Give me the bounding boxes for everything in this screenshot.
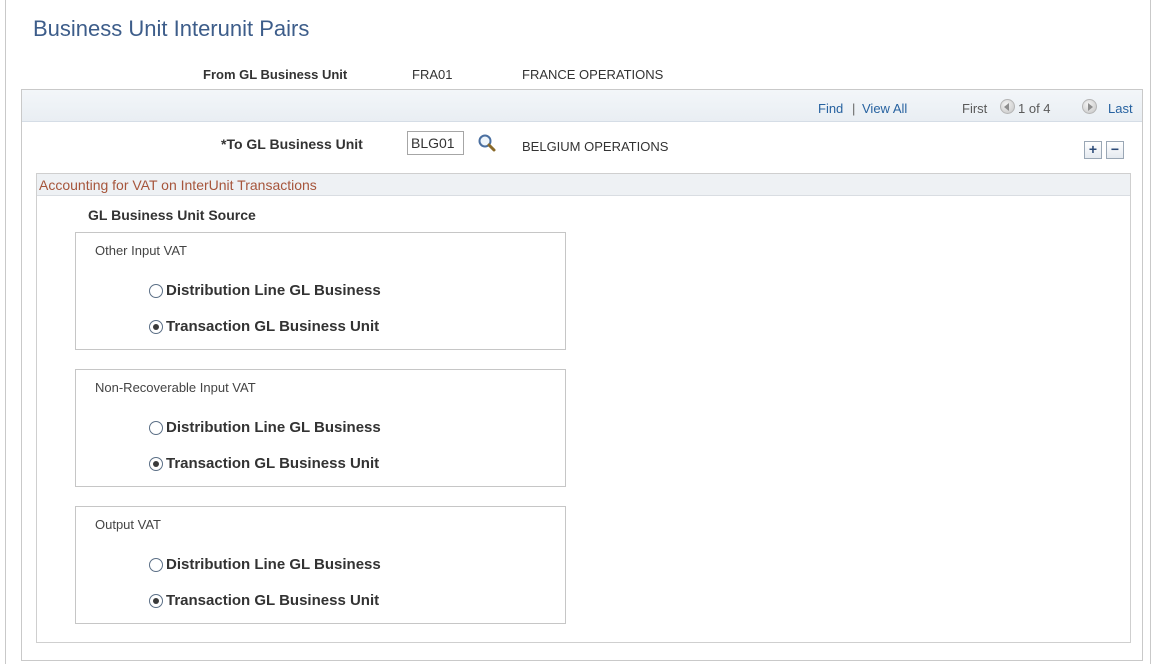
row-count: 1 of 4 [1018,101,1051,116]
radio-label: Transaction GL Business Unit [166,592,380,609]
radio-option-distribution[interactable]: Distribution Line GL Business [149,419,381,436]
radio-label: Transaction GL Business Unit [166,318,380,335]
nav-separator: | [852,101,856,116]
from-unit-description: FRANCE OPERATIONS [522,67,664,82]
group-output-vat: Output VAT Distribution Line GL Business… [75,506,566,624]
vat-section-title: Accounting for VAT on InterUnit Transact… [39,177,317,193]
navigation-bar: Find | View All First 1 of 4 Last [22,90,1142,122]
vat-section: Accounting for VAT on InterUnit Transact… [36,173,1131,643]
magnifier-icon[interactable] [477,133,497,153]
radio-option-distribution[interactable]: Distribution Line GL Business [149,556,381,573]
radio-option-transaction[interactable]: Transaction GL Business Unit [149,455,379,472]
radio-button-selected[interactable] [149,593,163,608]
vat-section-header: Accounting for VAT on InterUnit Transact… [37,174,1130,196]
scroll-area: Find | View All First 1 of 4 Last *To GL… [21,89,1143,661]
group-title: Output VAT [95,517,161,532]
last-link[interactable]: Last [1108,101,1133,116]
delete-row-icon[interactable]: − [1106,141,1124,159]
view-all-link[interactable]: View All [862,101,907,116]
group-title: Other Input VAT [95,243,188,258]
to-unit-input[interactable] [407,131,464,155]
to-unit-label: *To GL Business Unit [221,136,363,152]
find-link[interactable]: Find [818,101,843,116]
radio-label: Transaction GL Business Unit [166,455,380,472]
group-other-input-vat: Other Input VAT Distribution Line GL Bus… [75,232,566,350]
radio-option-transaction[interactable]: Transaction GL Business Unit [149,318,379,335]
radio-button-selected[interactable] [149,456,163,471]
from-unit-label: From GL Business Unit [203,67,348,82]
group-title: Non-Recoverable Input VAT [95,380,256,395]
radio-option-distribution[interactable]: Distribution Line GL Business [149,282,381,299]
from-unit-value: FRA01 [412,67,453,82]
previous-arrow-icon[interactable] [1000,99,1015,114]
to-unit-description: BELGIUM OPERATIONS [522,139,669,154]
source-label: GL Business Unit Source [88,207,256,223]
radio-button-selected[interactable] [149,319,163,334]
radio-label: Distribution Line GL Business [166,556,381,573]
group-non-recoverable-input-vat: Non-Recoverable Input VAT Distribution L… [75,369,566,487]
first-label: First [962,101,988,116]
add-row-icon[interactable]: + [1084,141,1102,159]
next-arrow-icon[interactable] [1082,99,1097,114]
radio-button[interactable] [149,557,163,572]
radio-option-transaction[interactable]: Transaction GL Business Unit [149,592,379,609]
radio-label: Distribution Line GL Business [166,419,381,436]
radio-label: Distribution Line GL Business [166,282,381,299]
radio-button[interactable] [149,283,163,298]
radio-button[interactable] [149,420,163,435]
page-title: Business Unit Interunit Pairs [33,16,310,41]
